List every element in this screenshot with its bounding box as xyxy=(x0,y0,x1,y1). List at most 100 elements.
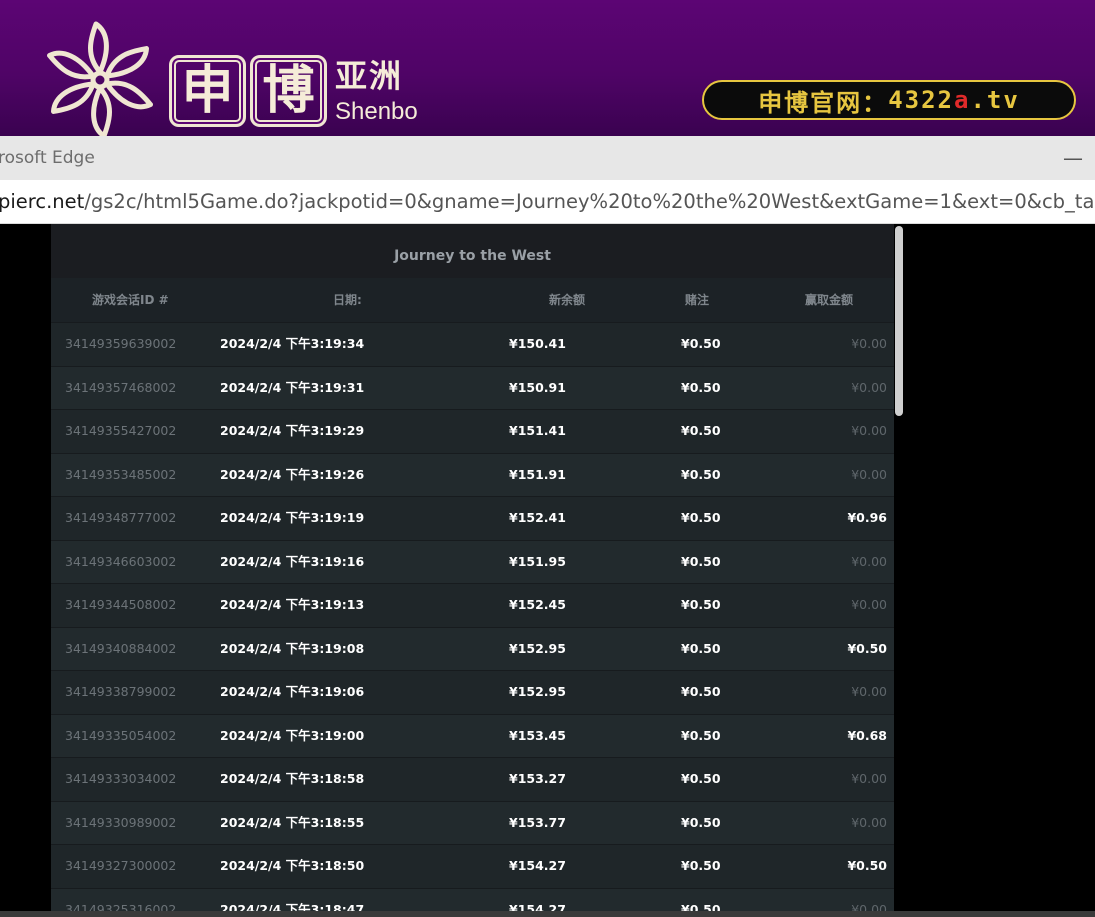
table-row[interactable]: 34149355427002 2024/2/4 下午3:19:29 ¥151.41 ¥… xyxy=(51,409,894,453)
date-cell: 2024/2/4 下午3:18:50 xyxy=(220,858,365,873)
balance-cell: ¥151.95 xyxy=(509,553,566,569)
brand-box-shen: 申 xyxy=(169,55,246,127)
header-win: 赢取金额 xyxy=(805,293,854,307)
panel-title: Journey to the West xyxy=(51,224,894,278)
header-session-id: 游戏会话ID # xyxy=(92,293,169,307)
win-cell: ¥0.00 xyxy=(851,771,887,786)
balance-cell: ¥151.41 xyxy=(509,423,566,438)
session-id-cell: 34149346603002 xyxy=(65,553,177,569)
bet-cell: ¥0.50 xyxy=(681,597,721,612)
site-letter: a xyxy=(953,86,971,114)
session-id-cell: 34149353485002 xyxy=(65,466,177,482)
url-text[interactable]: pierc.net/gs2c/html5Game.do?jackpotid=0&… xyxy=(0,180,1095,223)
minimize-icon[interactable]: — xyxy=(1063,136,1083,180)
url-host: pierc.net xyxy=(0,190,85,213)
win-cell: ¥0.50 xyxy=(847,640,887,656)
balance-cell: ¥153.27 xyxy=(509,771,566,786)
win-cell: ¥0.96 xyxy=(847,510,887,525)
date-cell: 2024/2/4 下午3:19:19 xyxy=(220,510,365,525)
shenbo-banner: 申 博 亚洲 Shenbo 申博官网： 4322 a .tv xyxy=(0,0,1095,136)
bet-cell: ¥0.50 xyxy=(681,771,721,786)
session-id-cell: 34149330989002 xyxy=(65,814,177,830)
table-row[interactable]: 34149346603002 2024/2/4 下午3:19:16 ¥151.95 ¥… xyxy=(51,539,894,583)
date-cell: 2024/2/4 下午3:19:00 xyxy=(220,727,365,743)
table-header: 游戏会话ID # 日期: 新余额 赌注 赢取金额 xyxy=(51,278,894,322)
bet-cell: ¥0.50 xyxy=(681,379,721,395)
balance-cell: ¥152.95 xyxy=(509,684,566,699)
table-row[interactable]: 34149330989002 2024/2/4 下午3:18:55 ¥153.77 ¥… xyxy=(51,800,894,844)
date-cell: 2024/2/4 下午3:19:26 xyxy=(220,466,365,482)
header-date: 日期: xyxy=(333,293,362,307)
table-row[interactable]: 34149335054002 2024/2/4 下午3:19:00 ¥153.45 ¥… xyxy=(51,713,894,757)
address-bar[interactable]: pierc.net/gs2c/html5Game.do?jackpotid=0&… xyxy=(0,180,1095,224)
win-cell: ¥0.00 xyxy=(851,336,887,351)
bet-cell: ¥0.50 xyxy=(681,423,721,438)
table-row[interactable]: 34149333034002 2024/2/4 下午3:18:58 ¥153.27 ¥… xyxy=(51,757,894,801)
bottom-strip xyxy=(0,911,1095,917)
session-id-cell: 34149359639002 xyxy=(65,336,177,351)
balance-cell: ¥154.27 xyxy=(509,858,566,873)
bet-cell: ¥0.50 xyxy=(681,684,721,699)
balance-cell: ¥153.45 xyxy=(509,727,566,743)
win-cell: ¥0.00 xyxy=(851,553,887,569)
balance-cell: ¥152.41 xyxy=(509,510,566,525)
date-cell: 2024/2/4 下午3:19:31 xyxy=(220,379,365,395)
date-cell: 2024/2/4 下午3:19:06 xyxy=(220,684,365,699)
header-bet: 赌注 xyxy=(685,293,710,307)
win-cell: ¥0.50 xyxy=(847,858,887,873)
balance-cell: ¥152.45 xyxy=(509,597,566,612)
session-id-cell: 34149344508002 xyxy=(65,597,177,612)
bet-cell: ¥0.50 xyxy=(681,466,721,482)
site-number: 4322 xyxy=(888,86,954,114)
table-row[interactable]: 34149344508002 2024/2/4 下午3:19:13 ¥152.45 ¥… xyxy=(51,583,894,627)
table-row[interactable]: 34149359639002 2024/2/4 下午3:19:34 ¥150.41 ¥… xyxy=(51,322,894,366)
win-cell: ¥0.68 xyxy=(847,727,887,743)
brand-name-en: Shenbo xyxy=(335,98,418,125)
date-cell: 2024/2/4 下午3:19:08 xyxy=(220,640,365,656)
date-cell: 2024/2/4 下午3:19:34 xyxy=(220,336,365,351)
screen: 申 博 亚洲 Shenbo 申博官网： 4322 a .tv rosoft Ed… xyxy=(0,0,1095,917)
table-row[interactable]: 34149327300002 2024/2/4 下午3:18:50 ¥154.27 ¥… xyxy=(51,844,894,888)
session-id-cell: 34149340884002 xyxy=(65,640,177,656)
window-title: rosoft Edge xyxy=(0,148,95,168)
bet-cell: ¥0.50 xyxy=(681,727,721,743)
balance-cell: ¥152.95 xyxy=(509,640,566,656)
win-cell: ¥0.00 xyxy=(851,379,887,395)
balance-cell: ¥150.91 xyxy=(509,379,566,395)
bet-cell: ¥0.50 xyxy=(681,814,721,830)
session-id-cell: 34149333034002 xyxy=(65,771,177,786)
bet-cell: ¥0.50 xyxy=(681,510,721,525)
date-cell: 2024/2/4 下午3:19:29 xyxy=(220,423,365,438)
date-cell: 2024/2/4 下午3:18:58 xyxy=(220,771,365,786)
bet-cell: ¥0.50 xyxy=(681,553,721,569)
table-row[interactable]: 34149353485002 2024/2/4 下午3:19:26 ¥151.91 ¥… xyxy=(51,452,894,496)
scrollbar-thumb[interactable] xyxy=(895,226,903,416)
balance-cell: ¥150.41 xyxy=(509,336,566,351)
win-cell: ¥0.00 xyxy=(851,423,887,438)
header-balance: 新余额 xyxy=(549,293,586,307)
table-row[interactable]: 34149357468002 2024/2/4 下午3:19:31 ¥150.91 ¥… xyxy=(51,365,894,409)
session-id-cell: 34149355427002 xyxy=(65,423,177,438)
win-cell: ¥0.00 xyxy=(851,466,887,482)
brand-box-bo: 博 xyxy=(250,55,327,127)
date-cell: 2024/2/4 下午3:19:16 xyxy=(220,553,365,569)
bet-cell: ¥0.50 xyxy=(681,336,721,351)
win-cell: ¥0.00 xyxy=(851,597,887,612)
window-titlebar: rosoft Edge — xyxy=(0,136,1095,180)
table-row[interactable]: 34149338799002 2024/2/4 下午3:19:06 ¥152.95 ¥… xyxy=(51,670,894,714)
brand-name-cn: 亚洲 xyxy=(335,57,404,95)
scrollbar[interactable] xyxy=(894,224,904,917)
table-row[interactable]: 34149348777002 2024/2/4 下午3:19:19 ¥152.41 ¥… xyxy=(51,496,894,540)
balance-cell: ¥151.91 xyxy=(509,466,566,482)
bet-cell: ¥0.50 xyxy=(681,640,721,656)
session-id-cell: 34149348777002 xyxy=(65,510,177,525)
table-row[interactable]: 34149340884002 2024/2/4 下午3:19:08 ¥152.95 ¥… xyxy=(51,626,894,670)
session-id-cell: 34149338799002 xyxy=(65,684,177,699)
session-id-cell: 34149327300002 xyxy=(65,858,177,873)
game-history-panel: Journey to the West 游戏会话ID # 日期: 新余额 赌注 … xyxy=(51,224,894,917)
site-prefix: 申博官网： xyxy=(758,88,889,117)
site-suffix: .tv xyxy=(970,86,1020,114)
win-cell: ¥0.00 xyxy=(851,684,887,699)
flower-logo-icon xyxy=(47,21,153,136)
session-id-cell: 34149335054002 xyxy=(65,727,177,743)
